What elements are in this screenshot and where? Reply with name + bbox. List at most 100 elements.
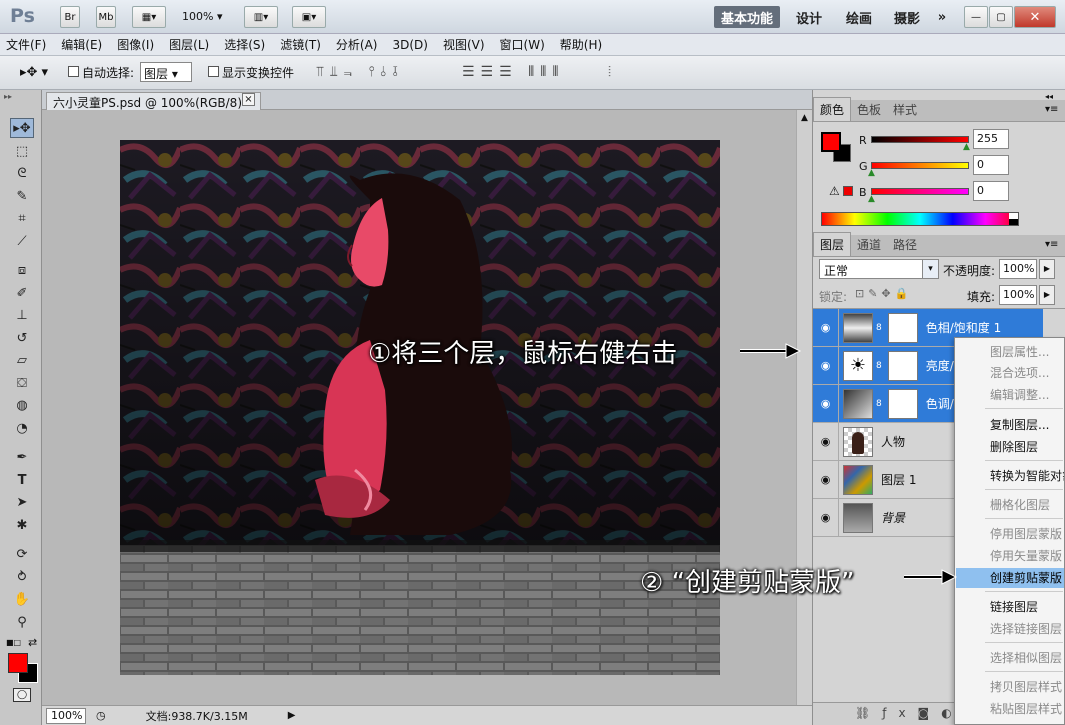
workspace-painting[interactable]: 绘画 — [840, 6, 878, 28]
menu-item-create-clipping-mask[interactable]: 创建剪贴蒙版 — [956, 568, 1064, 588]
tab-styles[interactable]: 样式 — [887, 98, 923, 121]
menu-layer[interactable]: 图层(L) — [169, 36, 209, 53]
menu-item-paste-layer-style[interactable]: 粘贴图层样式 — [956, 699, 1064, 719]
3d-rotate-tool-icon[interactable]: ⟳ — [10, 544, 34, 564]
lasso-tool-icon[interactable]: ᘓ — [10, 163, 34, 183]
visibility-eye-icon[interactable]: ◉ — [813, 498, 839, 537]
menu-view[interactable]: 视图(V) — [443, 36, 485, 53]
menu-analysis[interactable]: 分析(A) — [336, 36, 378, 53]
zoom-tool-icon[interactable]: ⚲ — [10, 612, 34, 632]
close-window-button[interactable]: ✕ — [1014, 6, 1056, 28]
status-zoom-field[interactable]: 100% — [46, 707, 86, 724]
menu-select[interactable]: 选择(S) — [224, 36, 265, 53]
out-of-gamut-warning-icon[interactable]: ⚠ — [829, 184, 840, 198]
opacity-slider-arrow-icon[interactable]: ▶ — [1039, 259, 1055, 279]
type-tool-icon[interactable]: T — [10, 470, 34, 490]
menu-edit[interactable]: 编辑(E) — [61, 36, 102, 53]
marquee-tool-icon[interactable]: ⬚ — [10, 141, 34, 161]
blur-tool-icon[interactable]: ◍ — [10, 395, 34, 415]
channel-g-thumb-icon[interactable]: ▲ — [868, 168, 875, 178]
document-canvas-image[interactable] — [120, 140, 720, 675]
channel-g-slider[interactable] — [871, 162, 969, 169]
status-menu-arrow-icon[interactable]: ▶ — [288, 710, 296, 721]
menu-item-link-layers[interactable]: 链接图层 — [956, 597, 1064, 617]
eraser-tool-icon[interactable]: ▱ — [10, 350, 34, 370]
distribute-buttons[interactable]: ☰☰☰ ⦀⦀⦀ — [462, 64, 565, 80]
layer-mask-thumbnail[interactable] — [887, 312, 918, 343]
screen-mode-button[interactable]: ▣▾ — [292, 6, 326, 28]
spectrum-black-white[interactable] — [1009, 213, 1018, 225]
workspace-more-icon[interactable]: » — [930, 6, 954, 28]
3d-orbit-tool-icon[interactable]: ⥁ — [10, 567, 34, 587]
zoom-level-select[interactable]: 100% ▾ — [182, 10, 222, 23]
auto-select-checkbox[interactable] — [68, 66, 79, 77]
tab-paths[interactable]: 路径 — [887, 233, 923, 256]
blend-mode-select[interactable]: 正常 ▾ — [819, 259, 939, 279]
auto-align-layers-icon[interactable]: ⦙ — [608, 64, 611, 80]
hand-tool-icon[interactable]: ✋ — [10, 589, 34, 609]
menu-item-delete-layers[interactable]: 删除图层 — [956, 437, 1064, 457]
channel-r-input[interactable]: 255 — [973, 129, 1009, 149]
auto-select-dropdown[interactable]: 图层 ▾ — [140, 62, 192, 82]
channel-b-input[interactable]: 0 — [973, 181, 1009, 201]
menu-filter[interactable]: 滤镜(T) — [280, 36, 321, 53]
workspace-essentials[interactable]: 基本功能 — [714, 6, 780, 28]
close-tab-icon[interactable]: × — [242, 93, 255, 106]
menu-file[interactable]: 文件(F) — [6, 36, 46, 53]
tab-color[interactable]: 颜色 — [813, 97, 852, 121]
visibility-eye-icon[interactable]: ◉ — [813, 384, 839, 423]
layer-mask-thumbnail[interactable] — [887, 388, 918, 419]
visibility-eye-icon[interactable]: ◉ — [813, 346, 839, 385]
menu-3d[interactable]: 3D(D) — [392, 38, 427, 52]
visibility-eye-icon[interactable]: ◉ — [813, 308, 839, 347]
fill-slider-arrow-icon[interactable]: ▶ — [1039, 285, 1055, 305]
menu-window[interactable]: 窗口(W) — [500, 36, 545, 53]
menu-item-select-similar-layers[interactable]: 选择相似图层 — [956, 648, 1064, 668]
shape-tool-icon[interactable]: ✱ — [10, 515, 34, 535]
move-tool-preset-icon[interactable]: ▸✥ ▾ — [20, 65, 48, 80]
menu-item-convert-smart-object[interactable]: 转换为智能对象 — [956, 466, 1064, 486]
menu-help[interactable]: 帮助(H) — [560, 36, 602, 53]
brush-tool-icon[interactable]: ✐ — [10, 283, 34, 303]
history-brush-tool-icon[interactable]: ↺ — [10, 328, 34, 348]
pen-tool-icon[interactable]: ✒ — [10, 447, 34, 467]
vertical-scrollbar[interactable]: ▲ — [796, 110, 812, 705]
menu-item-disable-vector-mask[interactable]: 停用矢量蒙版 — [956, 546, 1064, 566]
crop-tool-icon[interactable]: ⌗ — [10, 208, 34, 228]
menu-item-edit-adjustment[interactable]: 编辑调整... — [956, 385, 1064, 405]
workspace-photography[interactable]: 摄影 — [888, 6, 926, 28]
visibility-eye-icon[interactable]: ◉ — [813, 460, 839, 499]
quick-mask-icon[interactable]: ◯ — [13, 688, 31, 702]
channel-b-thumb-icon[interactable]: ▲ — [868, 194, 875, 204]
stamp-tool-icon[interactable]: ⊥ — [10, 305, 34, 325]
swap-colors-icon[interactable]: ⇄ — [28, 636, 37, 649]
quick-select-tool-icon[interactable]: ✎ — [10, 186, 34, 206]
menu-item-rasterize-layers[interactable]: 栅格化图层 — [956, 495, 1064, 515]
status-info-icon[interactable]: ◷ — [96, 709, 106, 722]
view-extras-button[interactable]: ▦▾ — [132, 6, 166, 28]
layer-mask-thumbnail[interactable] — [887, 350, 918, 381]
dodge-tool-icon[interactable]: ◔ — [10, 418, 34, 438]
move-tool-icon[interactable]: ▸✥ — [10, 118, 34, 138]
eyedropper-tool-icon[interactable]: ⟋ — [10, 231, 34, 251]
tab-swatches[interactable]: 色板 — [851, 98, 887, 121]
foreground-color-swatch[interactable] — [8, 653, 28, 673]
layers-panel-menu-icon[interactable]: ▾≡ — [1045, 239, 1058, 250]
channel-r-slider[interactable] — [871, 136, 969, 143]
bridge-button[interactable]: Br — [60, 6, 80, 28]
arrange-docs-button[interactable]: ▥▾ — [244, 6, 278, 28]
path-selection-tool-icon[interactable]: ➤ — [10, 492, 34, 512]
lock-icons[interactable]: ⊡✎✥🔒 — [855, 287, 912, 300]
default-colors-icon[interactable]: ■□ — [6, 638, 21, 647]
menu-item-disable-layer-mask[interactable]: 停用图层蒙版 — [956, 524, 1064, 544]
menu-item-copy-layer-style[interactable]: 拷贝图层样式 — [956, 677, 1064, 697]
menu-item-layer-properties[interactable]: 图层属性... — [956, 342, 1064, 362]
mini-bridge-button[interactable]: Mb — [96, 6, 116, 28]
gamut-color-swatch[interactable] — [843, 186, 853, 196]
menu-item-select-linked-layers[interactable]: 选择链接图层 — [956, 619, 1064, 639]
show-transform-checkbox[interactable] — [208, 66, 219, 77]
scroll-up-arrow-icon[interactable]: ▲ — [797, 110, 812, 126]
channel-r-thumb-icon[interactable]: ▲ — [963, 142, 970, 152]
healing-brush-tool-icon[interactable]: ⧈ — [10, 260, 34, 280]
menu-item-blending-options[interactable]: 混合选项... — [956, 363, 1064, 383]
